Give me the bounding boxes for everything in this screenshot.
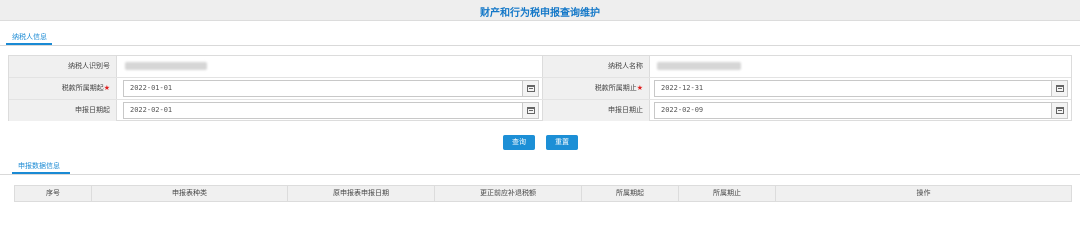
- column-header: 申报表种类: [92, 186, 288, 201]
- declare-start-calendar-button[interactable]: [522, 103, 538, 118]
- tab-active-indicator: [12, 172, 70, 174]
- calendar-icon: [1056, 85, 1064, 92]
- declare-start-label: 申报日期起: [9, 100, 117, 121]
- column-header: 更正前应补退税额: [435, 186, 582, 201]
- period-end-input[interactable]: 2022-12-31: [654, 80, 1068, 97]
- calendar-icon: [527, 107, 535, 114]
- required-mark: ★: [636, 84, 643, 92]
- period-start-label: 税款所属期起★: [9, 78, 117, 99]
- period-start-calendar-button[interactable]: [522, 81, 538, 96]
- column-header: 序号: [15, 186, 92, 201]
- calendar-icon: [1056, 107, 1064, 114]
- period-start-value: 2022-01-01: [130, 84, 173, 92]
- taxpayer-id-value-redacted: [125, 62, 207, 70]
- declare-start-input[interactable]: 2022-02-01: [123, 102, 539, 119]
- column-header: 原申报表申报日期: [288, 186, 435, 201]
- query-button[interactable]: 查询: [503, 135, 535, 150]
- taxpayer-info-tabbar: 纳税人信息: [0, 28, 1080, 46]
- form-row-taxpayer: 纳税人识别号 纳税人名称: [9, 56, 1071, 78]
- taxpayer-id-label: 纳税人识别号: [9, 56, 117, 77]
- calendar-icon: [527, 85, 535, 92]
- declaration-data-tabbar: 申报数据信息: [0, 157, 1080, 175]
- tab-taxpayer-info[interactable]: 纳税人信息: [12, 32, 47, 42]
- tab-declaration-data[interactable]: 申报数据信息: [18, 161, 60, 171]
- period-start-input[interactable]: 2022-01-01: [123, 80, 539, 97]
- declare-end-value: 2022-02-09: [661, 106, 704, 114]
- period-end-label: 税款所属期止★: [542, 78, 650, 99]
- period-end-value: 2022-12-31: [661, 84, 704, 92]
- required-mark: ★: [103, 84, 110, 92]
- declare-end-label: 申报日期止: [542, 100, 650, 121]
- declare-start-value: 2022-02-01: [130, 106, 173, 114]
- taxpayer-name-value-redacted: [657, 62, 741, 70]
- page-title: 财产和行为税申报查询维护: [480, 8, 600, 19]
- tab-active-indicator: [6, 43, 52, 45]
- declare-end-input[interactable]: 2022-02-09: [654, 102, 1068, 119]
- column-header: 操作: [916, 189, 931, 197]
- form-row-declare-date: 申报日期起 2022-02-01 申报日期止 2022-02-09: [9, 100, 1071, 122]
- column-header: 所属期起: [582, 186, 679, 201]
- column-header: 所属期止: [679, 186, 776, 201]
- title-bar: 财产和行为税申报查询维护: [0, 0, 1080, 21]
- taxpayer-name-label: 纳税人名称: [542, 56, 650, 77]
- declare-end-calendar-button[interactable]: [1051, 103, 1067, 118]
- period-end-calendar-button[interactable]: [1051, 81, 1067, 96]
- form-row-period: 税款所属期起★ 2022-01-01 税款所属期止★ 2022-12-31: [9, 78, 1071, 100]
- query-form: 纳税人识别号 纳税人名称 税款所属期起★ 2022-01-01 税款所属期止★ …: [8, 55, 1072, 121]
- declaration-table-header: 序号 申报表种类 原申报表申报日期 更正前应补退税额 所属期起 所属期止 操作: [14, 185, 1072, 202]
- reset-button[interactable]: 重置: [546, 135, 578, 150]
